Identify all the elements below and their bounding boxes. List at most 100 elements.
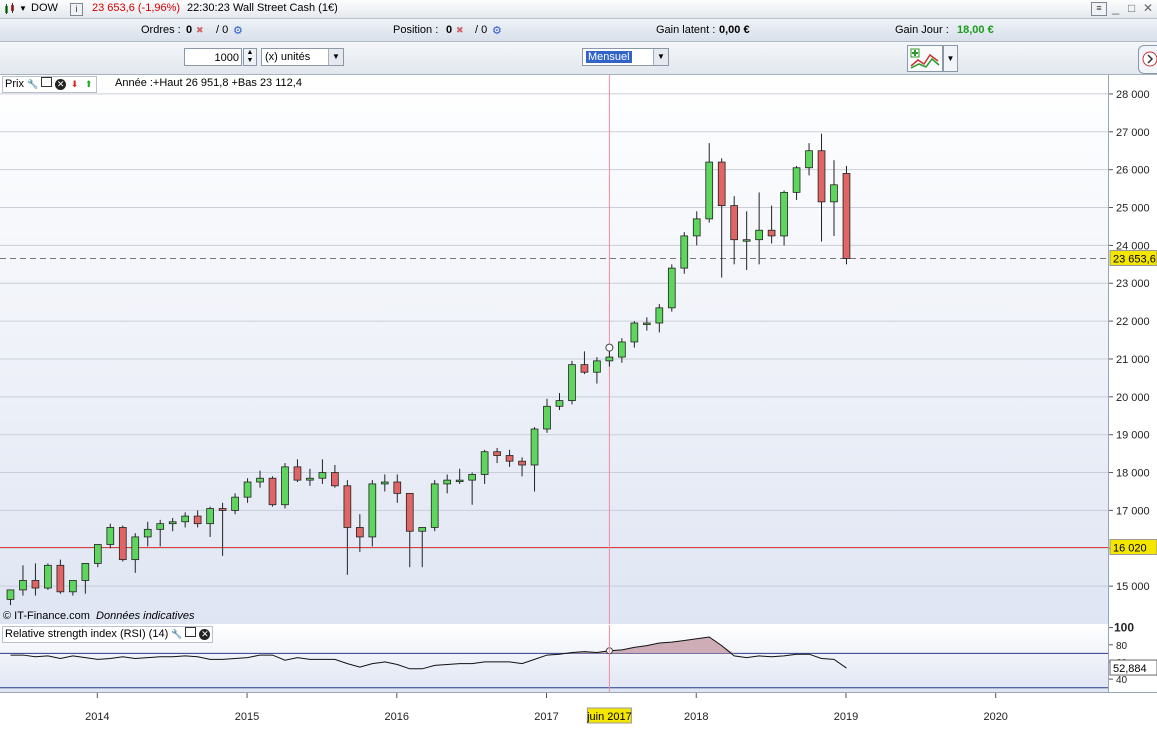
price-tick-label: 22 000 [1116, 316, 1150, 328]
candle-body [343, 485, 352, 528]
rsi-panel[interactable]: Relative strength index (RSI) (14) 🔧 ✕ [0, 625, 1108, 692]
candle-body [131, 536, 140, 561]
candle-body [93, 544, 102, 564]
rsi-panel-header: Relative strength index (RSI) (14) 🔧 ✕ [2, 626, 214, 643]
price-tick-label: 28 000 [1116, 89, 1150, 101]
candle-body [680, 235, 689, 269]
price-tick-label: 15 000 [1116, 581, 1150, 593]
menu-icon[interactable]: ≡ [1091, 2, 1107, 16]
unit-select[interactable]: (x) unités ▼ [261, 48, 344, 66]
crosshair-date-label: juin 2017 [586, 711, 632, 723]
position-label: Position : [393, 24, 439, 36]
close-icon[interactable]: ✕ [1143, 1, 1153, 15]
candle-body [380, 481, 389, 485]
chart-type-icon[interactable] [3, 3, 17, 18]
candle-body [518, 460, 526, 466]
orders-value: 0 [186, 24, 193, 36]
candle-body [443, 479, 452, 485]
candle-body [830, 184, 838, 203]
rsi-tick-label: 40 [1116, 675, 1128, 686]
symbol-name[interactable]: DOW [31, 2, 58, 14]
candle-body [405, 492, 414, 532]
price-chart-panel[interactable]: Prix 🔧 ✕ ⬇ ⬆ Année :+Haut 26 951,8 +Bas … [0, 75, 1108, 624]
x-tick-label: 2015 [235, 711, 259, 723]
candle-body [430, 483, 439, 528]
candle-body [306, 477, 314, 481]
candle-body [530, 428, 539, 466]
price-tick-label: 26 000 [1116, 165, 1150, 177]
candle-body [81, 563, 90, 581]
candle-body [268, 477, 277, 506]
indicator-button[interactable] [907, 45, 943, 72]
candle-body [780, 191, 788, 237]
chevron-down-icon: ▼ [328, 49, 343, 65]
candle-body [231, 496, 239, 511]
wrench-icon[interactable]: 🔧 [171, 629, 182, 640]
wrench-icon[interactable]: 🔧 [27, 79, 38, 90]
period-select[interactable]: Mensuel ▼ [582, 48, 669, 66]
x-tick-label: 2014 [85, 711, 109, 723]
candle-body [692, 218, 701, 237]
candle-body [156, 523, 165, 530]
window-icon[interactable] [41, 77, 53, 87]
arrow-up-icon[interactable]: ⬆ [83, 79, 94, 90]
candle-body [805, 150, 813, 169]
right-axis-svg: 15 00016 00017 00018 00019 00020 00021 0… [1109, 89, 1157, 686]
candle-body [618, 341, 626, 358]
title-bar: ▼ DOW i 23 653,6 (-1,96%) 22:30:23 Wall … [0, 0, 1157, 19]
gain-day-label: Gain Jour : [895, 24, 949, 36]
gain-latent-value: 0,00 € [719, 24, 750, 36]
candle-body [356, 527, 364, 538]
candle-body [243, 481, 252, 498]
price-tick-label: 25 000 [1116, 203, 1150, 215]
control-bar [0, 42, 1157, 75]
candle-body [168, 521, 177, 525]
candle-body [44, 564, 52, 589]
minimize-icon[interactable]: _ [1112, 0, 1119, 15]
quantity-stepper[interactable]: ▲ ▼ [243, 48, 257, 66]
x-tick-label: 2018 [684, 711, 708, 723]
candle-body [281, 466, 289, 506]
side-panel-button[interactable] [1138, 45, 1157, 74]
gain-day-value: 18,00 € [957, 24, 994, 36]
last-price-label: 23 653,6 [1113, 253, 1156, 265]
candle-body [256, 477, 264, 483]
position-settings-icon[interactable]: ⚙ [492, 24, 502, 37]
close-icon[interactable]: ✕ [55, 79, 67, 90]
candle-body [318, 472, 327, 479]
candle-body [293, 466, 302, 481]
orders-label: Ordres : [141, 24, 181, 36]
cancel-orders-icon[interactable]: ✖ [196, 25, 204, 36]
price-chart[interactable] [0, 75, 1108, 624]
orders-total: / 0 [216, 24, 229, 36]
chevron-down-icon[interactable]: ▼ [943, 45, 958, 72]
chevron-down-icon[interactable]: ▼ [19, 4, 27, 13]
candle-body [468, 474, 476, 481]
candle-body [580, 364, 589, 373]
price-tick-label: 19 000 [1116, 430, 1150, 442]
cancel-position-icon[interactable]: ✖ [456, 25, 464, 36]
side-panel-icon [1142, 51, 1157, 67]
price-tick-label: 27 000 [1116, 127, 1150, 139]
candle-body [705, 161, 714, 220]
candle-body [555, 400, 564, 407]
rsi-tick-label: 80 [1116, 641, 1128, 652]
candle-body [206, 508, 214, 525]
candle-body [193, 515, 202, 525]
maximize-icon[interactable]: □ [1128, 1, 1135, 15]
period-select-value: Mensuel [586, 51, 632, 63]
rsi-last-value-label: 52,884 [1113, 663, 1147, 675]
close-icon[interactable]: ✕ [199, 629, 211, 640]
window-icon[interactable] [185, 627, 197, 637]
price-tick-label: 17 000 [1116, 505, 1150, 517]
candle-body [455, 479, 464, 483]
orders-settings-icon[interactable]: ⚙ [233, 24, 243, 37]
price-chart-background [0, 75, 1108, 624]
candle-body [69, 580, 77, 593]
arrow-down-icon[interactable]: ⬇ [69, 79, 80, 90]
price-tick-label: 20 000 [1116, 392, 1150, 404]
candle-body [480, 451, 489, 475]
unit-select-value: (x) unités [265, 51, 311, 63]
candle-body [667, 267, 676, 309]
quantity-input[interactable]: 1000 [184, 48, 242, 66]
